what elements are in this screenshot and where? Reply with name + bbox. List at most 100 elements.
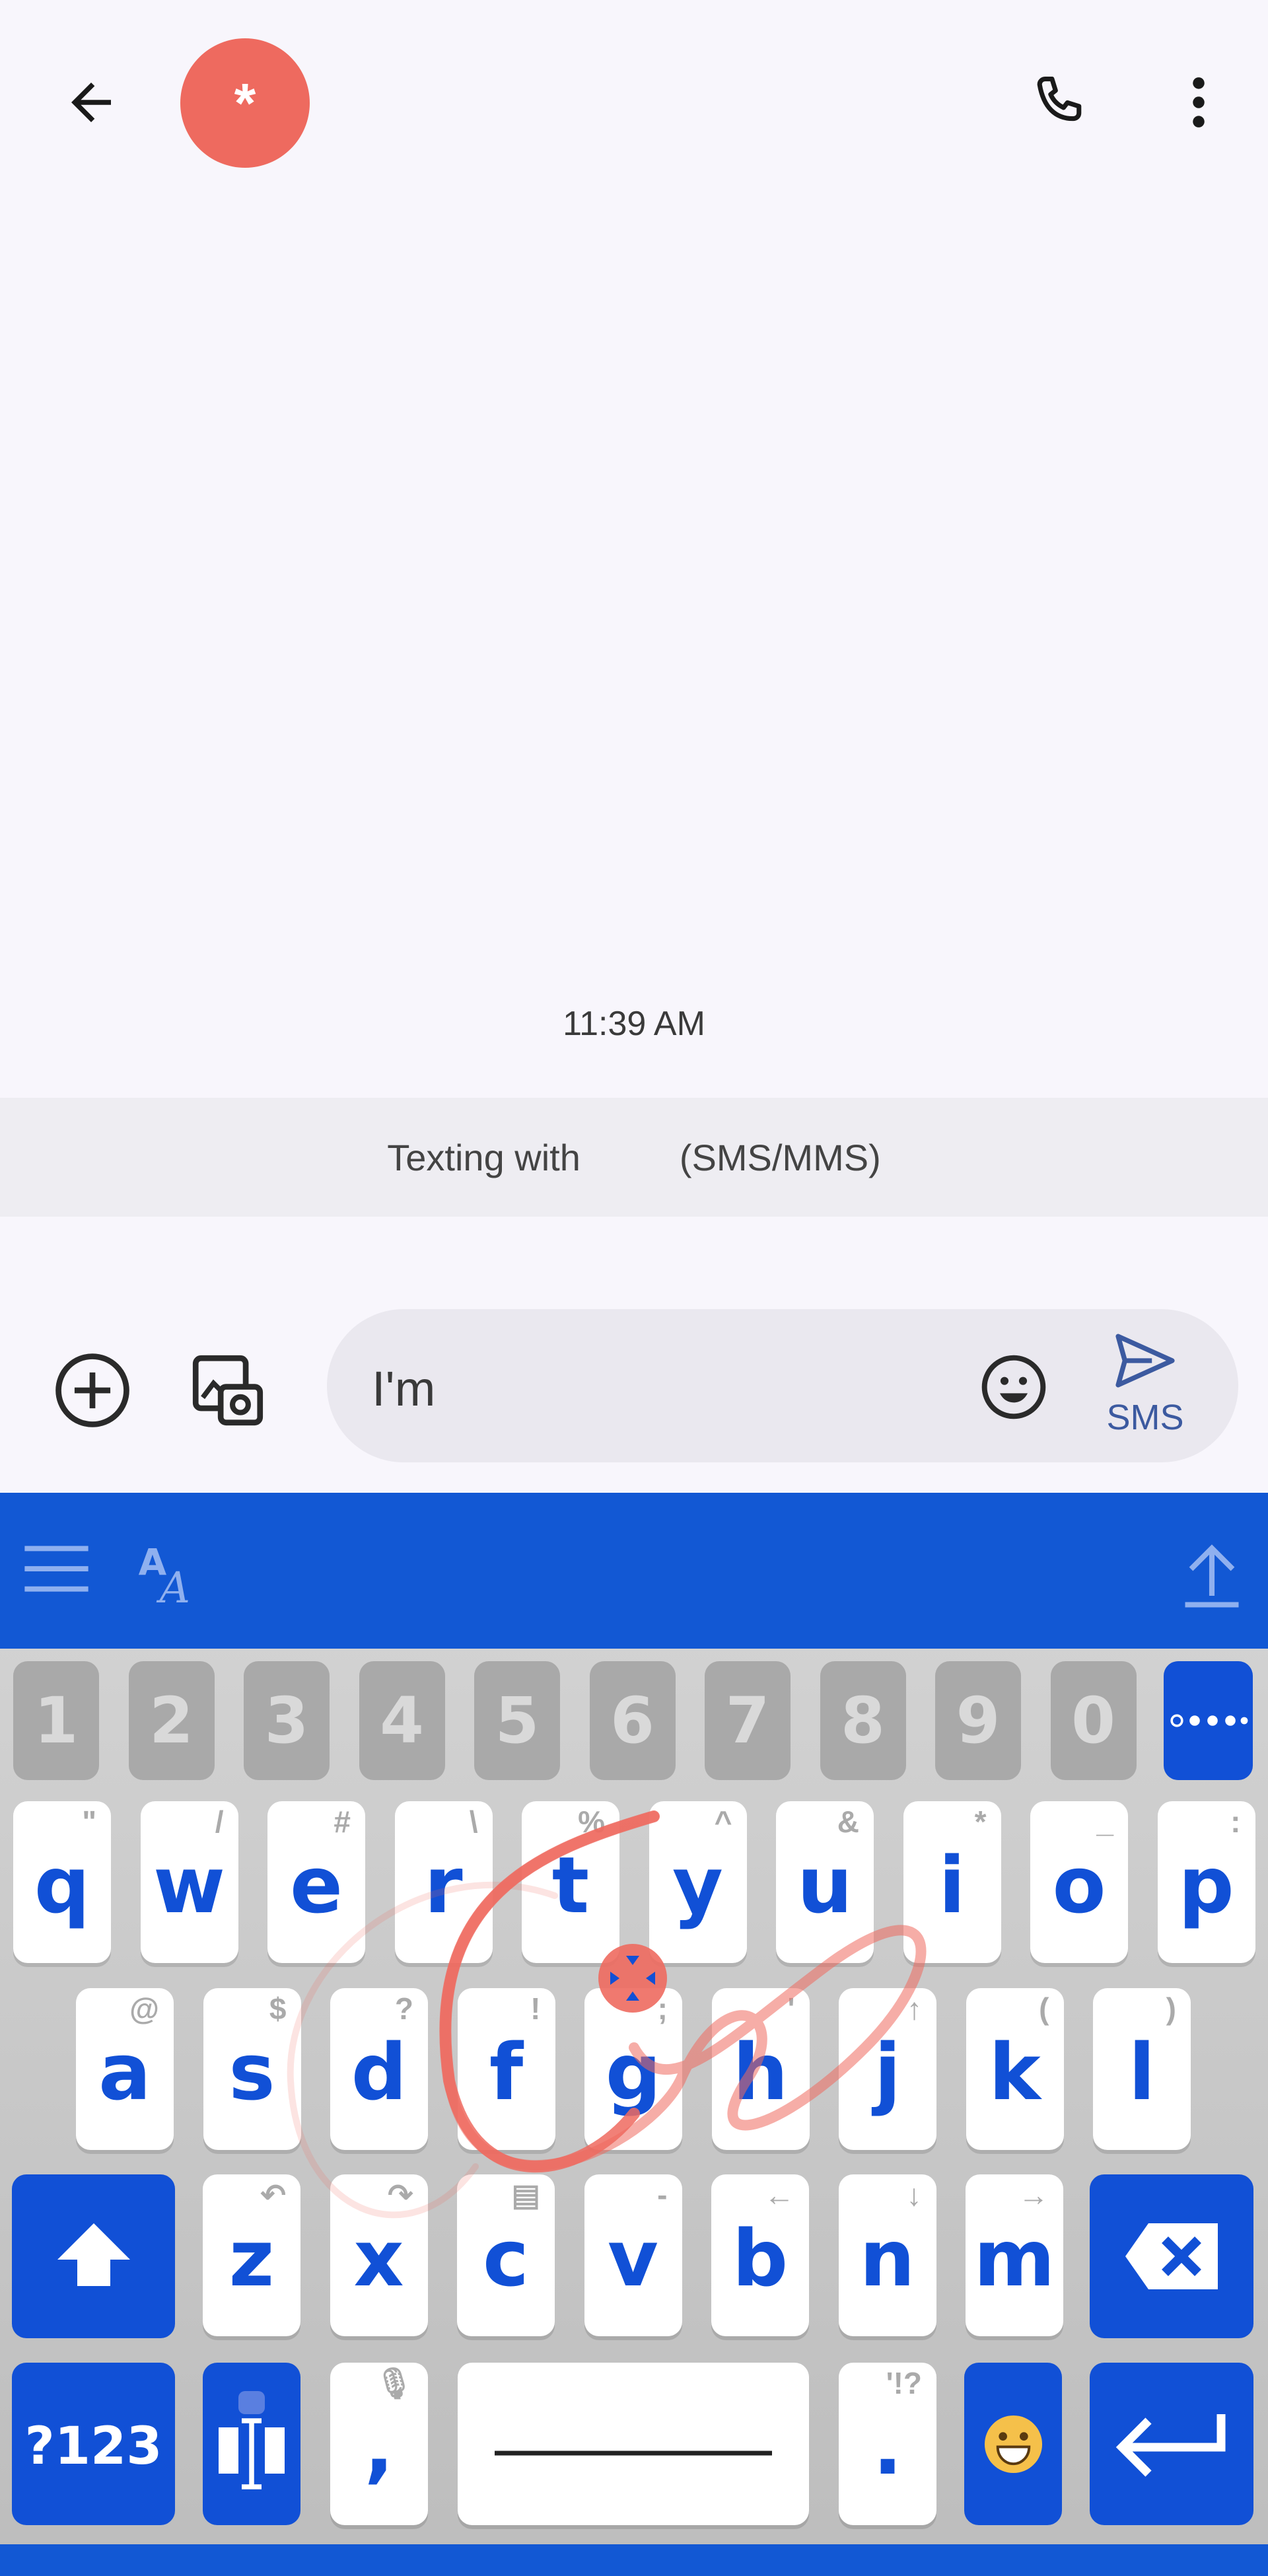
- key-y[interactable]: y ^: [649, 1801, 747, 1963]
- number-key-1-label: 1: [34, 1684, 79, 1758]
- key-p-label: p: [1178, 1839, 1234, 1931]
- key-c-label: c: [483, 2212, 529, 2304]
- space-key[interactable]: [458, 2363, 809, 2525]
- more-keys-button[interactable]: [1164, 1661, 1253, 1780]
- key-s-label: s: [229, 2026, 275, 2118]
- key-i-hint: *: [974, 1805, 987, 1839]
- key-l[interactable]: l): [1093, 1988, 1191, 2150]
- key-d[interactable]: d?: [330, 1988, 428, 2150]
- number-key-8[interactable]: 8: [820, 1661, 906, 1780]
- key-i[interactable]: i *: [903, 1801, 1001, 1963]
- key-g-hint: ;: [657, 1991, 668, 2026]
- key-t[interactable]: t%: [522, 1801, 619, 1963]
- key-f[interactable]: f!: [457, 1988, 555, 2150]
- number-key-6[interactable]: 6: [589, 1661, 676, 1780]
- number-key-3[interactable]: 3: [244, 1661, 330, 1780]
- key-f-label: f: [489, 2026, 524, 2118]
- key-b[interactable]: b ←: [711, 2174, 809, 2336]
- period-key-hint: '!?: [886, 2366, 922, 2400]
- key-c-hint: ▤: [511, 2178, 540, 2212]
- number-key-7-label: 7: [725, 1684, 770, 1758]
- key-s[interactable]: s $: [203, 1988, 301, 2150]
- enter-arrow-icon: [1112, 2408, 1231, 2480]
- key-p-hint: :: [1230, 1805, 1241, 1839]
- key-o[interactable]: o _: [1030, 1801, 1128, 1963]
- key-v[interactable]: v-: [584, 2174, 682, 2336]
- key-x[interactable]: x ↷: [330, 2174, 428, 2336]
- key-a[interactable]: a @: [76, 1988, 174, 2150]
- period-key[interactable]: . '!?: [839, 2363, 936, 2525]
- key-q-hint: ": [82, 1805, 96, 1839]
- key-x-hint: ↷: [387, 2178, 413, 2212]
- number-key-0[interactable]: 0: [1050, 1661, 1137, 1780]
- key-d-label: d: [351, 2026, 407, 2118]
- key-u-label: u: [796, 1839, 853, 1931]
- key-e-label: e: [289, 1839, 343, 1931]
- number-key-5-label: 5: [495, 1684, 540, 1758]
- key-m[interactable]: m →: [966, 2174, 1063, 2336]
- text-cursor-icon: [215, 2388, 288, 2500]
- number-key-1[interactable]: 1: [13, 1661, 99, 1780]
- key-j-hint: ↑: [907, 1991, 922, 2026]
- key-w[interactable]: w /: [140, 1801, 238, 1963]
- shift-key[interactable]: [12, 2174, 175, 2338]
- number-key-0-label: 0: [1071, 1684, 1115, 1758]
- key-r[interactable]: r \: [394, 1801, 493, 1963]
- key-m-label: m: [973, 2212, 1055, 2304]
- key-n-label: n: [859, 2212, 915, 2304]
- emoji-key[interactable]: [964, 2363, 1062, 2525]
- shift-arrow-icon: [54, 2220, 133, 2293]
- key-k-label: k: [989, 2026, 1041, 2118]
- cursor-control-key[interactable]: [203, 2363, 300, 2525]
- key-q[interactable]: q ": [13, 1801, 111, 1963]
- backspace-key[interactable]: [1090, 2174, 1253, 2338]
- number-key-9[interactable]: 9: [935, 1661, 1021, 1780]
- key-g[interactable]: g;: [584, 1988, 682, 2150]
- key-x-label: x: [353, 2212, 404, 2304]
- symbols-key[interactable]: ?123: [12, 2363, 175, 2525]
- key-c[interactable]: c ▤: [457, 2174, 555, 2336]
- key-g-label: g: [605, 2026, 662, 2118]
- number-key-9-label: 9: [956, 1684, 1001, 1758]
- number-key-3-label: 3: [264, 1684, 309, 1758]
- key-y-label: y: [672, 1839, 723, 1931]
- key-p[interactable]: p:: [1157, 1801, 1255, 1963]
- key-j[interactable]: j ↑: [839, 1988, 936, 2150]
- backspace-icon: [1122, 2220, 1221, 2293]
- key-z-label: z: [229, 2212, 275, 2304]
- enter-key[interactable]: [1090, 2363, 1253, 2525]
- key-l-hint: ): [1166, 1991, 1176, 2026]
- comma-key-hint: 🎙: [374, 2366, 413, 2400]
- key-w-hint: /: [215, 1805, 224, 1839]
- keyboard-bottom-bar: [0, 2544, 1268, 2576]
- key-b-label: b: [732, 2212, 789, 2304]
- number-key-6-label: 6: [610, 1684, 654, 1758]
- number-key-2[interactable]: 2: [128, 1661, 215, 1780]
- key-n[interactable]: n ↓: [838, 2174, 936, 2336]
- key-e-hint: #: [334, 1805, 351, 1839]
- key-d-hint: ?: [394, 1991, 413, 2026]
- number-key-7[interactable]: 7: [705, 1661, 791, 1780]
- grin-emoji-icon: [982, 2413, 1045, 2476]
- number-key-5[interactable]: 5: [474, 1661, 560, 1780]
- key-w-label: w: [153, 1839, 225, 1931]
- number-key-2-label: 2: [149, 1684, 194, 1758]
- key-v-hint: -: [657, 2178, 668, 2212]
- number-key-4[interactable]: 4: [359, 1661, 445, 1780]
- key-h[interactable]: h ': [711, 1988, 810, 2150]
- space-bar-icon: [491, 2431, 775, 2457]
- key-z[interactable]: z ↶: [203, 2174, 300, 2336]
- key-j-label: j: [874, 2026, 901, 2118]
- more-dots-icon: [1169, 1711, 1248, 1731]
- key-l-label: l: [1128, 2026, 1156, 2118]
- key-u[interactable]: u &: [776, 1801, 874, 1963]
- key-k-hint: (: [1039, 1991, 1049, 2026]
- key-f-hint: !: [530, 1991, 541, 2026]
- key-e[interactable]: e #: [267, 1801, 365, 1963]
- key-t-hint: %: [578, 1805, 605, 1839]
- comma-key[interactable]: , 🎙: [330, 2363, 428, 2525]
- key-b-hint: ←: [764, 2178, 794, 2212]
- period-key-label: .: [872, 2401, 903, 2492]
- key-k[interactable]: k(: [966, 1988, 1064, 2150]
- key-a-hint: @: [129, 1991, 159, 2026]
